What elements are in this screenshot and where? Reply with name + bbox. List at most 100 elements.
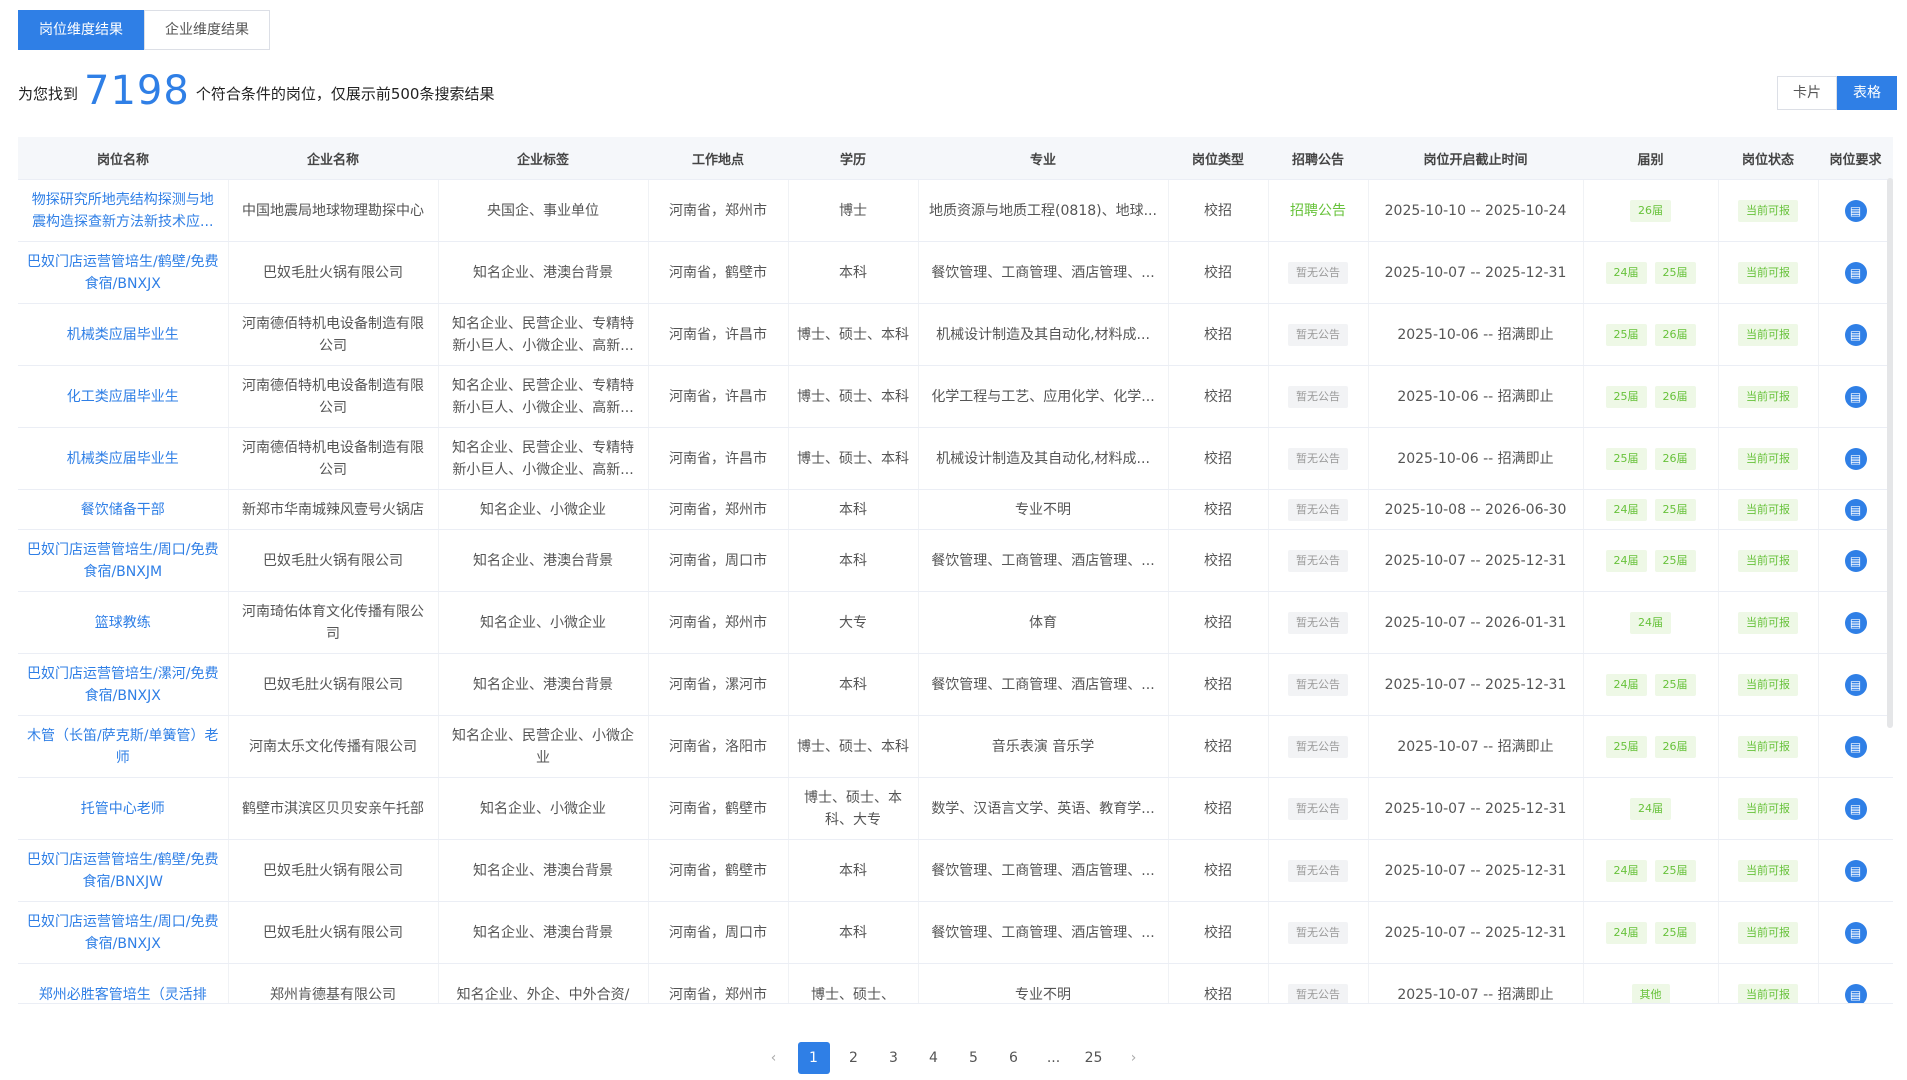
status-badge: 当前可报 bbox=[1738, 736, 1798, 758]
open-deadline-period: 2025-10-07 -- 招满即止 bbox=[1368, 963, 1584, 1003]
company-tags-cell: 知名企业、小微企业 bbox=[438, 591, 649, 654]
job-title-link[interactable]: 托管中心老师 bbox=[26, 798, 220, 820]
company-name-cell: 巴奴毛肚火锅有限公司 bbox=[228, 839, 439, 902]
page-3-button[interactable]: 3 bbox=[878, 1042, 910, 1074]
requirement-cell: ▤ bbox=[1818, 653, 1893, 716]
job-title-link[interactable]: 篮球教练 bbox=[26, 612, 220, 634]
document-icon[interactable]: ▤ bbox=[1844, 498, 1867, 521]
job-title-link-cell[interactable]: 木管（长笛/萨克斯/单簧管）老师 bbox=[18, 715, 229, 778]
document-icon[interactable]: ▤ bbox=[1844, 735, 1867, 758]
company-name: 巴奴毛肚火锅有限公司 bbox=[263, 676, 403, 693]
company-name: 新郑市华南城辣风壹号火锅店 bbox=[242, 501, 424, 518]
announcement-link[interactable]: 招聘公告 bbox=[1290, 203, 1346, 219]
major: 机械设计制造及其自动化,材料成... bbox=[918, 427, 1169, 490]
job-title-link[interactable]: 化工类应届毕业生 bbox=[26, 386, 220, 408]
document-icon[interactable]: ▤ bbox=[1844, 199, 1867, 222]
major: 体育 bbox=[918, 591, 1169, 654]
prev-page-button[interactable]: ‹ bbox=[758, 1042, 790, 1074]
open-deadline-period: 2025-10-07 -- 2025-12-31 bbox=[1368, 653, 1584, 716]
tab-company-results[interactable]: 企业维度结果 bbox=[144, 10, 270, 50]
document-icon[interactable]: ▤ bbox=[1844, 673, 1867, 696]
company-name: 河南德佰特机电设备制造有限公司 bbox=[242, 315, 424, 354]
page-1-button[interactable]: 1 bbox=[797, 1042, 830, 1074]
work-location: 河南省，许昌市 bbox=[648, 365, 789, 428]
job-title-link[interactable]: 物探研究所地壳结构探测与地震构造探查新方法新技术应... bbox=[26, 189, 220, 233]
document-icon[interactable]: ▤ bbox=[1844, 921, 1867, 944]
job-title-link-cell[interactable]: 物探研究所地壳结构探测与地震构造探查新方法新技术应... bbox=[18, 179, 229, 242]
status-cell: 当前可报 bbox=[1718, 901, 1819, 964]
job-title-link-cell[interactable]: 机械类应届毕业生 bbox=[18, 303, 229, 366]
work-location: 河南省，周口市 bbox=[648, 529, 789, 592]
job-title-link[interactable]: 机械类应届毕业生 bbox=[26, 448, 220, 470]
job-title-link-cell[interactable]: 餐饮储备干部 bbox=[18, 489, 229, 530]
card-view-button[interactable]: 卡片 bbox=[1777, 76, 1837, 110]
job-title-link-cell[interactable]: 化工类应届毕业生 bbox=[18, 365, 229, 428]
column-header: 岗位类型 bbox=[1168, 137, 1268, 180]
job-title-link-cell[interactable]: 郑州必胜客管培生（灵活排 bbox=[18, 963, 229, 1004]
pagination-ellipsis[interactable]: ... bbox=[1038, 1042, 1070, 1074]
job-title-link[interactable]: 巴奴门店运营管培生/周口/免费食宿/BNXJM bbox=[26, 539, 220, 583]
major: 音乐表演 音乐学 bbox=[918, 715, 1169, 778]
document-icon[interactable]: ▤ bbox=[1844, 447, 1867, 470]
job-type: 校招 bbox=[1168, 901, 1269, 964]
document-icon[interactable]: ▤ bbox=[1844, 611, 1867, 634]
job-title-link[interactable]: 机械类应届毕业生 bbox=[26, 324, 220, 346]
job-title-link[interactable]: 巴奴门店运营管培生/漯河/免费食宿/BNXJX bbox=[26, 663, 220, 707]
job-title-link-cell[interactable]: 托管中心老师 bbox=[18, 777, 229, 840]
page-2-button[interactable]: 2 bbox=[838, 1042, 870, 1074]
job-title-link-cell[interactable]: 机械类应届毕业生 bbox=[18, 427, 229, 490]
grades-cell: 25届 26届 bbox=[1583, 427, 1719, 490]
page-25-button[interactable]: 25 bbox=[1078, 1042, 1110, 1074]
document-icon[interactable]: ▤ bbox=[1844, 323, 1867, 346]
job-title-link-cell[interactable]: 巴奴门店运营管培生/周口/免费食宿/BNXJX bbox=[18, 901, 229, 964]
next-page-button[interactable]: › bbox=[1118, 1042, 1150, 1074]
company-tags: 知名企业、港澳台背景 bbox=[473, 676, 613, 693]
education-cell: 博士、硕士、 bbox=[788, 963, 919, 1003]
requirement-cell: ▤ bbox=[1818, 715, 1893, 778]
page-5-button[interactable]: 5 bbox=[958, 1042, 990, 1074]
table-row: 木管（长笛/萨克斯/单簧管）老师 河南太乐文化传播有限公司 知名企业、民营企业、小微… bbox=[18, 715, 1893, 778]
table-row: 郑州必胜客管培生（灵活排 郑州肯德基有限公司 知名企业、外企、中外合资/河南省，郑州… bbox=[18, 963, 1893, 1004]
document-icon[interactable]: ▤ bbox=[1844, 797, 1867, 820]
company-tags: 知名企业、小微企业 bbox=[480, 501, 606, 518]
status-badge: 当前可报 bbox=[1738, 550, 1798, 572]
document-icon[interactable]: ▤ bbox=[1844, 549, 1867, 572]
grade-badge: 26届 bbox=[1654, 448, 1696, 470]
status-cell: 当前可报 bbox=[1718, 489, 1819, 530]
open-deadline-period: 2025-10-07 -- 2025-12-31 bbox=[1368, 777, 1584, 840]
tab-position-results[interactable]: 岗位维度结果 bbox=[18, 10, 144, 50]
work-location: 河南省，郑州市 bbox=[648, 179, 789, 242]
announcement-cell: 暂无公告 bbox=[1268, 241, 1369, 304]
job-type: 校招 bbox=[1168, 303, 1269, 366]
document-icon[interactable]: ▤ bbox=[1844, 983, 1867, 1003]
page-4-button[interactable]: 4 bbox=[918, 1042, 950, 1074]
page-6-button[interactable]: 6 bbox=[998, 1042, 1030, 1074]
grade-badge: 25届 bbox=[1654, 674, 1696, 696]
table-scrollbar[interactable] bbox=[1887, 178, 1893, 728]
grade-badge: 24届 bbox=[1605, 674, 1647, 696]
company-tags: 知名企业、港澳台背景 bbox=[473, 924, 613, 941]
job-title-link-cell[interactable]: 篮球教练 bbox=[18, 591, 229, 654]
education: 博士、硕士、本科 bbox=[797, 326, 909, 343]
job-title-link[interactable]: 巴奴门店运营管培生/鹤壁/免费食宿/BNXJX bbox=[26, 251, 220, 295]
job-title-link[interactable]: 餐饮储备干部 bbox=[26, 499, 220, 521]
document-icon[interactable]: ▤ bbox=[1844, 261, 1867, 284]
job-title-link[interactable]: 巴奴门店运营管培生/鹤壁/免费食宿/BNXJW bbox=[26, 849, 220, 893]
job-title-link-cell[interactable]: 巴奴门店运营管培生/漯河/免费食宿/BNXJX bbox=[18, 653, 229, 716]
document-icon[interactable]: ▤ bbox=[1844, 385, 1867, 408]
company-tags-cell: 知名企业、小微企业 bbox=[438, 489, 649, 530]
job-title-link-cell[interactable]: 巴奴门店运营管培生/鹤壁/免费食宿/BNXJX bbox=[18, 241, 229, 304]
job-title-link-cell[interactable]: 巴奴门店运营管培生/鹤壁/免费食宿/BNXJW bbox=[18, 839, 229, 902]
job-type: 校招 bbox=[1168, 653, 1269, 716]
work-location: 河南省，郑州市 bbox=[648, 963, 789, 1003]
company-name-cell: 河南太乐文化传播有限公司 bbox=[228, 715, 439, 778]
company-tags-cell: 知名企业、外企、中外合资/ bbox=[438, 963, 649, 1003]
job-title-link[interactable]: 巴奴门店运营管培生/周口/免费食宿/BNXJX bbox=[26, 911, 220, 955]
job-title-link[interactable]: 木管（长笛/萨克斯/单簧管）老师 bbox=[26, 725, 220, 769]
job-title-link[interactable]: 郑州必胜客管培生（灵活排 bbox=[26, 984, 220, 1004]
document-icon[interactable]: ▤ bbox=[1844, 859, 1867, 882]
results-summary: 为您找到 7198 个符合条件的岗位，仅展示前500条搜索结果 bbox=[18, 66, 494, 120]
table-view-button[interactable]: 表格 bbox=[1837, 76, 1897, 110]
status-cell: 当前可报 bbox=[1718, 529, 1819, 592]
job-title-link-cell[interactable]: 巴奴门店运营管培生/周口/免费食宿/BNXJM bbox=[18, 529, 229, 592]
